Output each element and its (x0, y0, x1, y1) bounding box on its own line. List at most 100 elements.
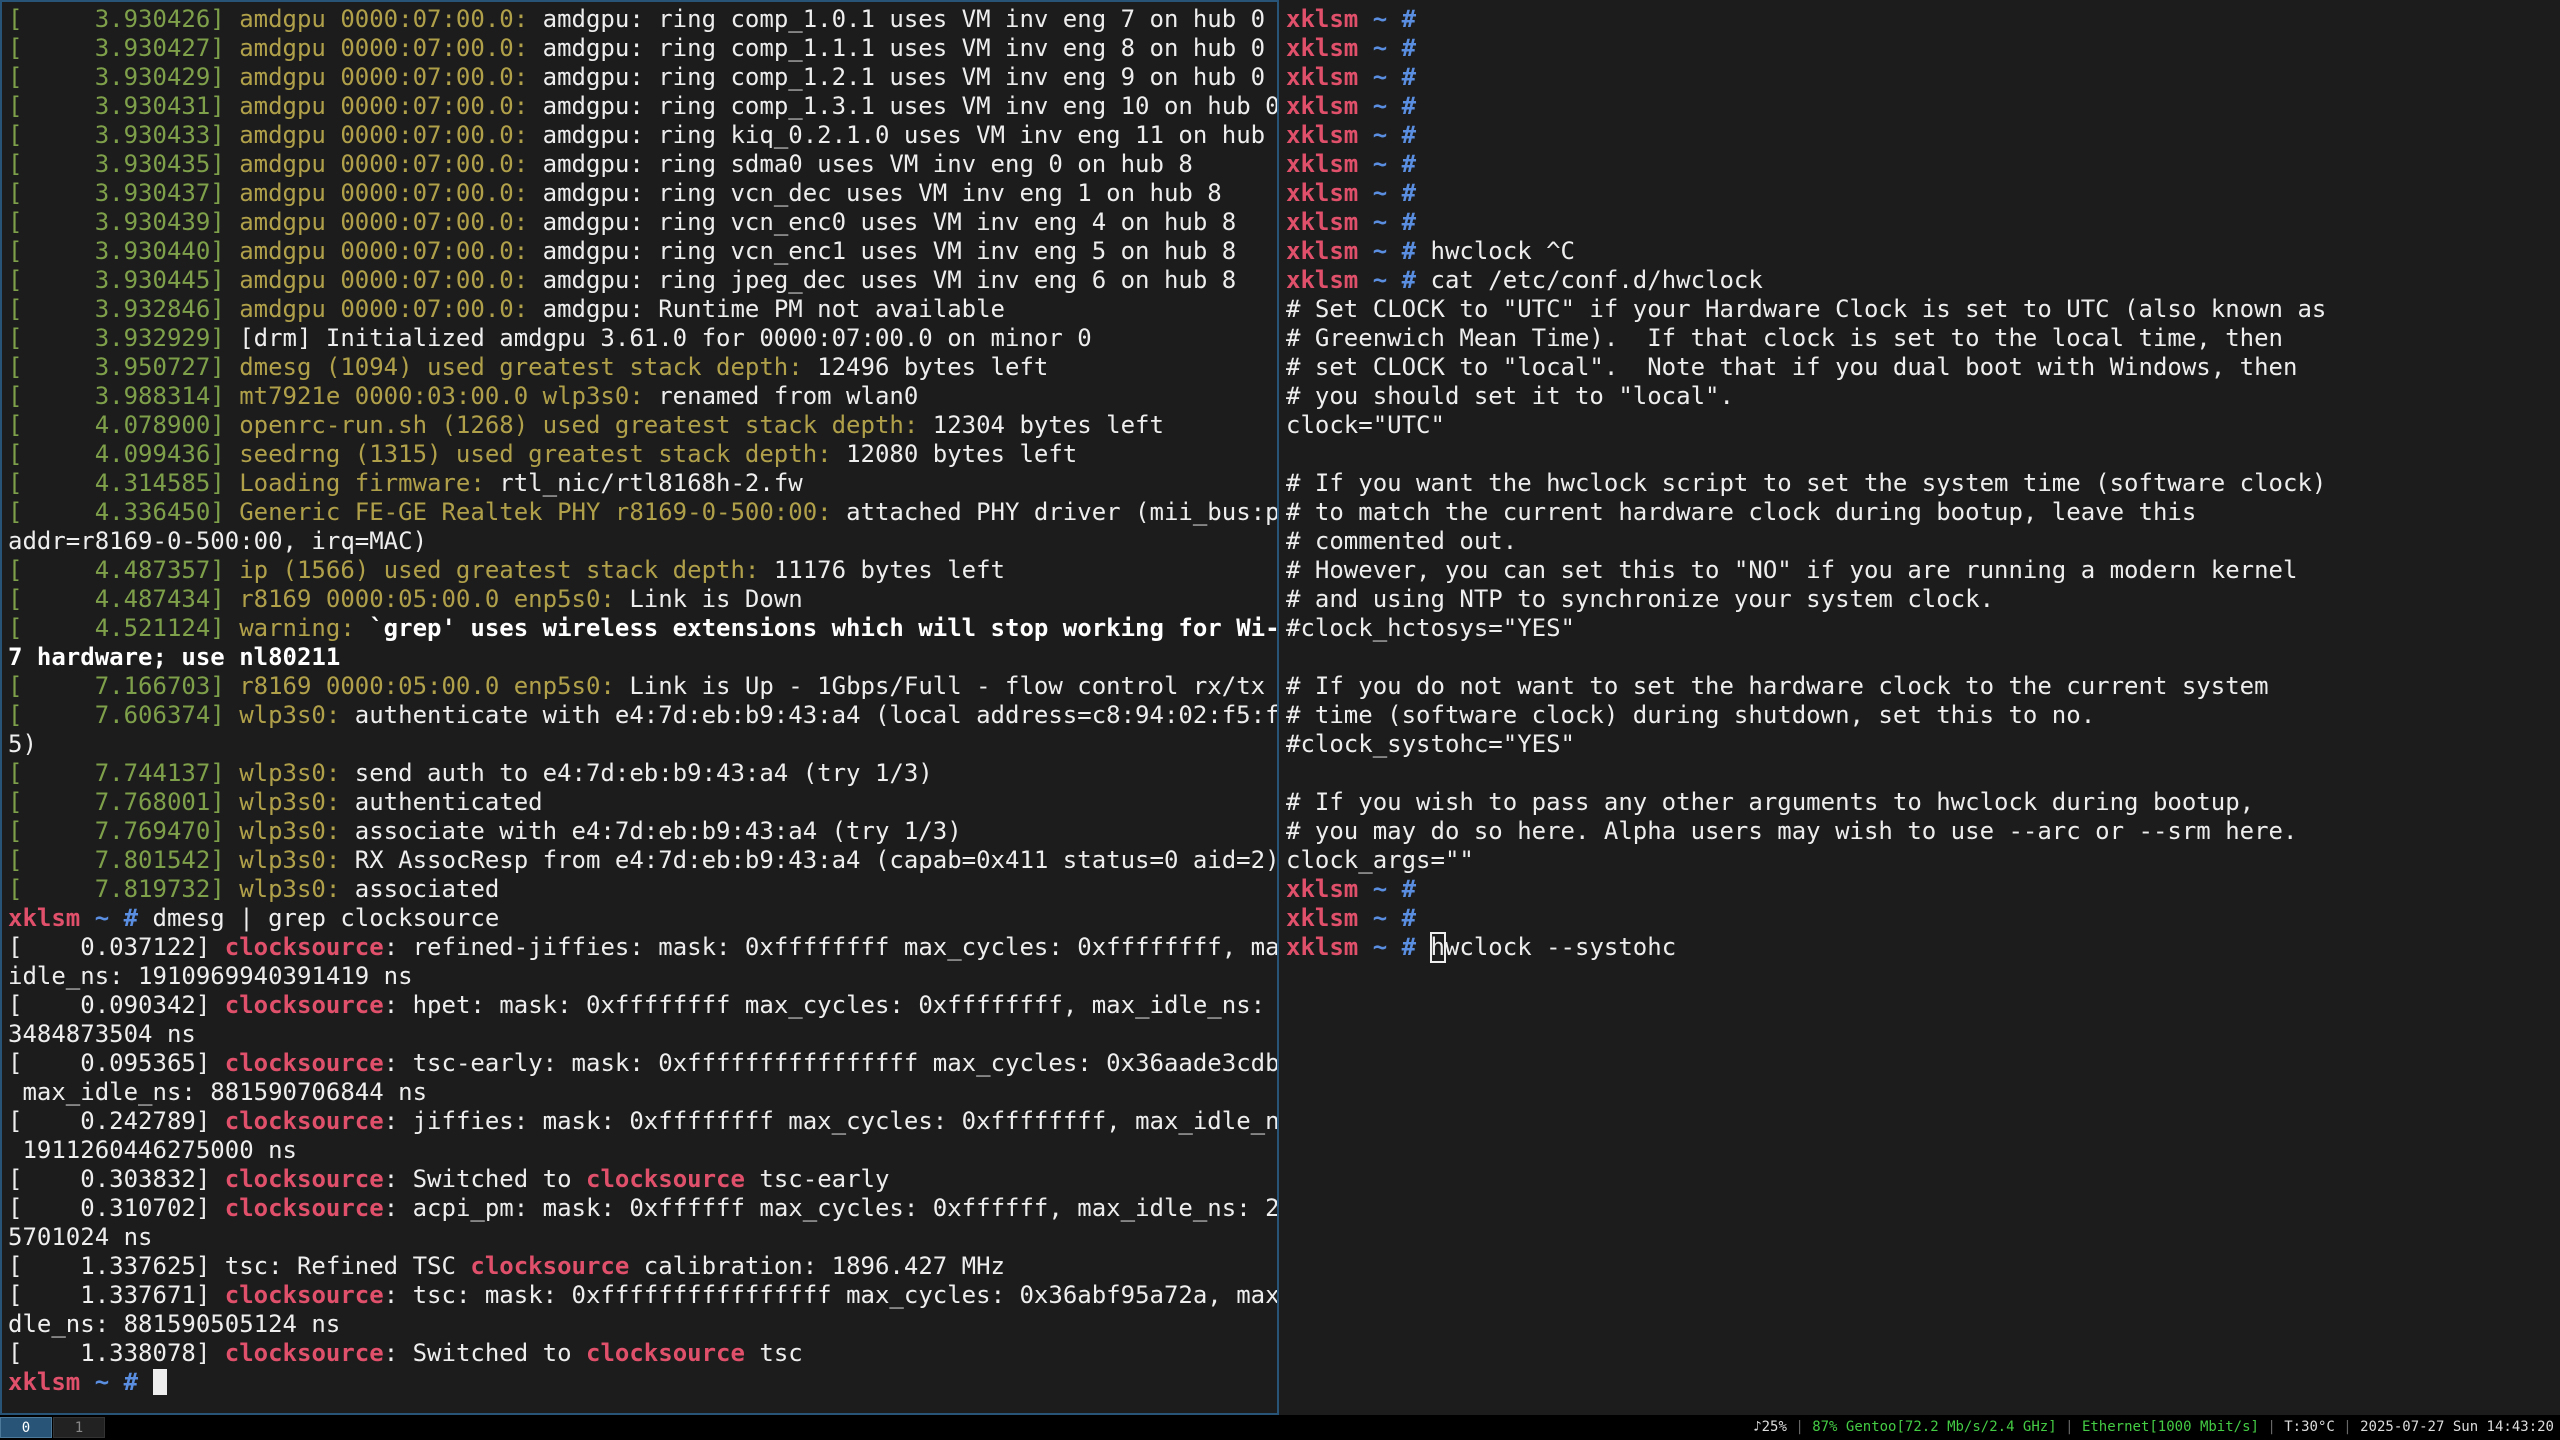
wifi-status: 87% Gentoo[72.2 Mb/s/2.4 GHz] (1812, 1419, 2057, 1435)
log-message: Link is Up - 1Gbps/Full - flow control r… (629, 672, 1266, 700)
prompt-line: xklsm ~ # (1286, 92, 2558, 121)
output-text: #clock_systohc="YES" (1286, 730, 1575, 758)
grep-match: clocksource (470, 1252, 630, 1280)
output-text: # time (software clock) during shutdown,… (1286, 701, 2096, 729)
log-timestamp: [ 3.930445] (8, 266, 240, 294)
output-line: clock_args="" (1286, 846, 2558, 875)
output-text: #clock_hctosys="YES" (1286, 614, 1575, 642)
log-timestamp: [ 3.930440] (8, 237, 240, 265)
workspace-button-0[interactable]: 0 (0, 1417, 52, 1438)
output-text: [ 1.337671] (8, 1281, 225, 1309)
prompt-host: xklsm (1286, 150, 1359, 178)
log-timestamp: [ 7.801542] (8, 846, 240, 874)
log-source: Loading firmware: (239, 469, 500, 497)
command-text: hwclock ^C (1430, 237, 1576, 265)
output-line: [ 0.242789] clocksource: jiffies: mask: … (8, 1107, 1277, 1136)
output-text: : tsc: mask: 0xffffffffffffffff max_cycl… (383, 1281, 1279, 1309)
log-timestamp: [ 4.336450] (8, 498, 240, 526)
dmesg-line: [ 3.932929] [drm] Initialized amdgpu 3.6… (8, 324, 1277, 353)
ethernet-status: Ethernet[1000 Mbit/s] (2081, 1419, 2259, 1435)
log-source: amdgpu 0000:07:00.0: (239, 5, 543, 33)
grep-match: clocksource (224, 1107, 384, 1135)
workspace-button-1[interactable]: 1 (53, 1417, 105, 1438)
log-timestamp: [ 4.521124] (8, 614, 240, 642)
log-source: mt7921e 0000:03:00.0 wlp3s0: (239, 382, 659, 410)
log-timestamp: [ 3.930431] (8, 92, 240, 120)
log-timestamp: [ 3.950727] (8, 353, 240, 381)
status-blocks: ♪25% | 87% Gentoo[72.2 Mb/s/2.4 GHz] | E… (1753, 1415, 2554, 1440)
output-text: : tsc-early: mask: 0xffffffffffffffff ma… (383, 1049, 1279, 1077)
text-cursor: h (1429, 932, 1446, 963)
log-source: amdgpu 0000:07:00.0: (239, 121, 543, 149)
log-timestamp: [ 7.769470] (8, 817, 240, 845)
output-text: [ 0.303832] (8, 1165, 225, 1193)
prompt-line: xklsm ~ # (1286, 63, 2558, 92)
output-line: # If you do not want to set the hardware… (1286, 672, 2558, 701)
log-message: renamed from wlan0 (658, 382, 919, 410)
grep-match: clocksource (224, 1339, 384, 1367)
prompt-path: ~ # (1358, 63, 1431, 91)
prompt-line: xklsm ~ # (1286, 150, 2558, 179)
output-line: 5701024 ns (8, 1223, 1277, 1252)
log-timestamp: [ 4.314585] (8, 469, 240, 497)
log-source: amdgpu 0000:07:00.0: (239, 295, 543, 323)
prompt-path: ~ # (80, 904, 153, 932)
output-text: : Switched to (383, 1339, 586, 1367)
log-message: amdgpu: ring vcn_enc0 uses VM inv eng 4 … (542, 208, 1237, 236)
dmesg-line: [ 3.930445] amdgpu 0000:07:00.0: amdgpu:… (8, 266, 1277, 295)
dmesg-line: [ 7.744137] wlp3s0: send auth to e4:7d:e… (8, 759, 1277, 788)
output-text: 1911260446275000 ns (8, 1136, 297, 1164)
output-line: max_idle_ns: 881590706844 ns (8, 1078, 1277, 1107)
dmesg-line: [ 7.769470] wlp3s0: associate with e4:7d… (8, 817, 1277, 846)
log-timestamp: [ 4.487434] (8, 585, 240, 613)
command-text: cat /etc/conf.d/hwclock (1430, 266, 1763, 294)
output-text: [ 0.242789] (8, 1107, 225, 1135)
log-timestamp: [ 3.932846] (8, 295, 240, 323)
output-text: max_idle_ns: 881590706844 ns (8, 1078, 428, 1106)
output-line: [ 0.310702] clocksource: acpi_pm: mask: … (8, 1194, 1277, 1223)
log-message: associated (354, 875, 500, 903)
prompt-path: ~ # (1358, 179, 1431, 207)
log-timestamp: [ 3.930429] (8, 63, 240, 91)
prompt-line: xklsm ~ # (1286, 121, 2558, 150)
output-text: # However, you can set this to "NO" if y… (1286, 556, 2298, 584)
output-line: # you may do so here. Alpha users may wi… (1286, 817, 2558, 846)
prompt-path: ~ # (1358, 34, 1431, 62)
prompt-path: ~ # (1358, 5, 1431, 33)
output-text: clock_args="" (1286, 846, 1474, 874)
output-line: # However, you can set this to "NO" if y… (1286, 556, 2558, 585)
dmesg-line: [ 3.930439] amdgpu 0000:07:00.0: amdgpu:… (8, 208, 1277, 237)
output-text: : Switched to (383, 1165, 586, 1193)
prompt-host: xklsm (8, 1368, 81, 1396)
terminal-right[interactable]: xklsm ~ # xklsm ~ # xklsm ~ # xklsm ~ # … (1281, 0, 2560, 1415)
dmesg-line: [ 3.930435] amdgpu 0000:07:00.0: amdgpu:… (8, 150, 1277, 179)
prompt-host: xklsm (1286, 933, 1359, 961)
log-source: amdgpu 0000:07:00.0: (239, 34, 543, 62)
dmesg-line: [ 7.606374] wlp3s0: authenticate with e4… (8, 701, 1277, 730)
log-source: amdgpu 0000:07:00.0: (239, 266, 543, 294)
dmesg-line: [ 3.930426] amdgpu 0000:07:00.0: amdgpu:… (8, 5, 1277, 34)
output-line: # to match the current hardware clock du… (1286, 498, 2558, 527)
prompt-path: ~ # (1358, 266, 1431, 294)
log-message: 12304 bytes left (932, 411, 1164, 439)
dmesg-line: [ 3.930431] amdgpu 0000:07:00.0: amdgpu:… (8, 92, 1277, 121)
status-bar: 0 1 ♪25% | 87% Gentoo[72.2 Mb/s/2.4 GHz]… (0, 1415, 2560, 1440)
prompt-path: ~ # (1358, 121, 1431, 149)
grep-match: clocksource (586, 1165, 745, 1193)
log-source: amdgpu 0000:07:00.0: (239, 179, 543, 207)
output-line: # and using NTP to synchronize your syst… (1286, 585, 2558, 614)
log-timestamp: [ 3.930433] (8, 121, 240, 149)
output-line: dle_ns: 881590505124 ns (8, 1310, 1277, 1339)
output-text: # to match the current hardware clock du… (1286, 498, 2197, 526)
log-message: addr=r8169-0-500:00, irq=MAC) (8, 527, 428, 555)
log-timestamp: [ 4.099436] (8, 440, 240, 468)
output-text: tsc (744, 1339, 803, 1367)
output-text: [ 0.037122] (8, 933, 225, 961)
dmesg-line: [ 7.768001] wlp3s0: authenticated (8, 788, 1277, 817)
output-line: # time (software clock) during shutdown,… (1286, 701, 2558, 730)
status-separator: | (2258, 1419, 2285, 1435)
dmesg-line: [ 3.930429] amdgpu 0000:07:00.0: amdgpu:… (8, 63, 1277, 92)
terminal-left[interactable]: [ 3.930426] amdgpu 0000:07:00.0: amdgpu:… (0, 0, 1279, 1415)
log-message: associate with e4:7d:eb:b9:43:a4 (try 1/… (354, 817, 962, 845)
